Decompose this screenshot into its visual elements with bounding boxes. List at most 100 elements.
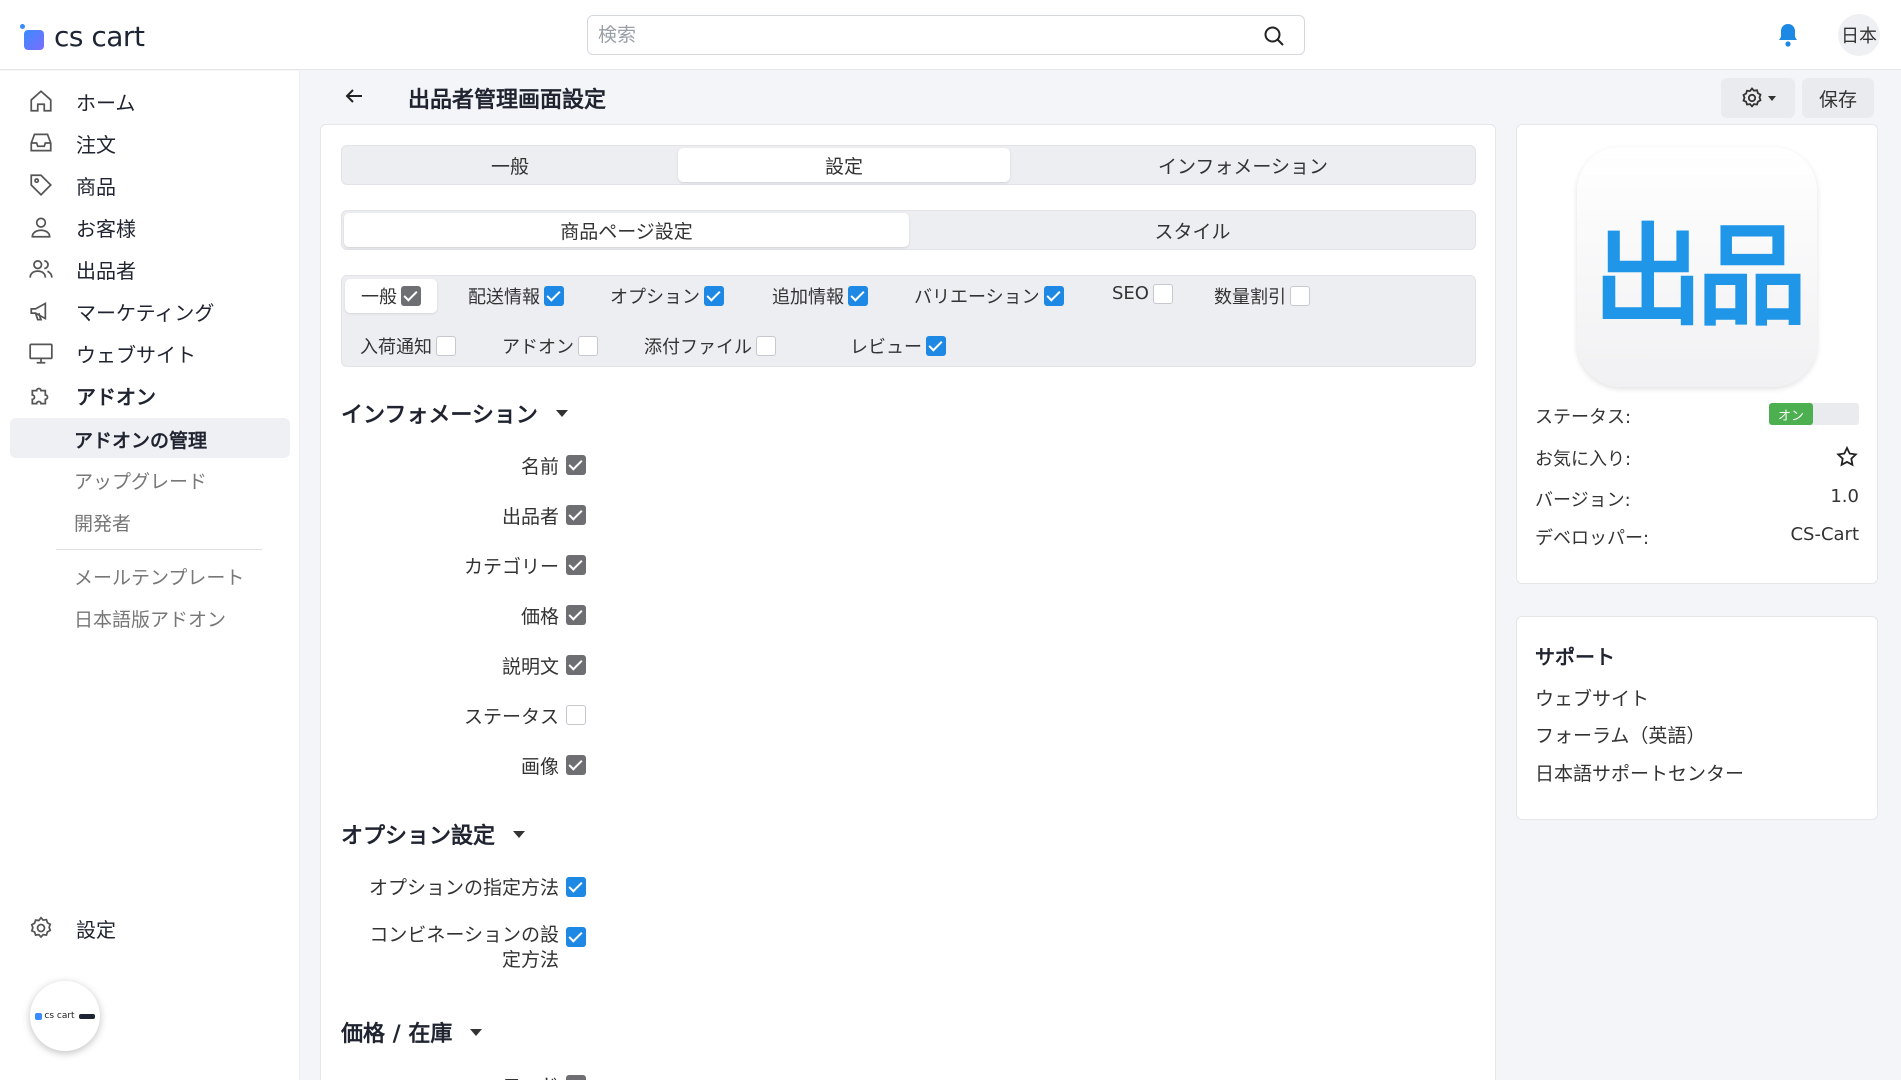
support-link-forum[interactable]: フォーラム（英語） — [1535, 721, 1705, 748]
filter-checkbox[interactable] — [1152, 283, 1173, 304]
filter-chip-label: 入荷通知 — [360, 337, 432, 358]
favorite-label: お気に入り: — [1535, 449, 1632, 470]
tag-icon — [30, 174, 52, 196]
sidebar-item-label: 設定 — [76, 917, 116, 942]
filter-chip-addons[interactable]: アドオン — [502, 333, 598, 359]
field-checkbox-status[interactable] — [566, 705, 586, 725]
support-link-jp-support[interactable]: 日本語サポートセンター — [1535, 759, 1744, 786]
filter-checkbox[interactable] — [1043, 286, 1064, 306]
filter-chip-options[interactable]: オプション — [610, 283, 724, 309]
sidebar-item-customers[interactable]: お客様 — [28, 210, 136, 244]
fab-badge — [78, 1013, 95, 1019]
sidebar-sub-item-upgrade[interactable]: アップグレード — [74, 467, 207, 494]
field-label: 名前 — [520, 456, 559, 478]
top-bar: cs cart 日本 — [0, 0, 1901, 70]
filter-chip-seo[interactable]: SEO — [1112, 283, 1173, 304]
tab-information[interactable]: インフォメーション — [1012, 148, 1474, 182]
filter-checkbox[interactable] — [401, 286, 421, 306]
main-tabs: 一般 設定 インフォメーション — [341, 145, 1476, 185]
section-information-toggle[interactable]: インフォメーション — [341, 397, 568, 429]
star-icon[interactable] — [1835, 445, 1859, 469]
filter-chip-variations[interactable]: バリエーション — [914, 283, 1064, 309]
puzzle-icon — [31, 387, 49, 405]
sidebar-item-orders[interactable]: 注文 — [28, 126, 116, 160]
sidebar-item-website[interactable]: ウェブサイト — [28, 336, 196, 370]
sidebar-sub-item-label: アドオンの管理 — [74, 430, 208, 452]
sidebar-sub-item-mail-templates[interactable]: メールテンプレート — [74, 563, 244, 590]
sidebar-item-vendors[interactable]: 出品者 — [28, 252, 136, 286]
field-checkbox-category[interactable] — [566, 555, 586, 575]
field-label: コード — [502, 1071, 559, 1080]
user-icon — [31, 217, 51, 238]
logo-icon — [20, 23, 46, 50]
cs-cart-logo[interactable]: cs cart — [20, 20, 145, 53]
sidebar-sub-item-jp-addons[interactable]: 日本語版アドオン — [74, 605, 226, 632]
field-checkbox-code[interactable] — [566, 1075, 586, 1080]
settings-card: 一般 設定 インフォメーション 商品ページ設定 スタイル 一般 配送情報 オプシ… — [320, 124, 1496, 1080]
field-checkbox-price[interactable] — [566, 605, 586, 625]
search-icon[interactable] — [1262, 24, 1286, 48]
status-toggle[interactable]: オン — [1769, 403, 1859, 425]
back-arrow-icon[interactable] — [342, 84, 366, 108]
field-label: 価格 — [520, 606, 559, 628]
sidebar-item-addons[interactable]: アドオン — [28, 378, 156, 412]
field-checkbox-name[interactable] — [566, 455, 586, 475]
sidebar-item-label: アドオン — [76, 384, 156, 409]
search-input[interactable] — [588, 16, 1228, 54]
filter-chip-quantity-discounts[interactable]: 数量割引 — [1214, 283, 1310, 309]
field-checkbox-combination-method[interactable] — [566, 927, 586, 947]
support-link-website[interactable]: ウェブサイト — [1535, 684, 1649, 711]
section-options-toggle[interactable]: オプション設定 — [341, 818, 526, 850]
sidebar-item-settings[interactable]: 設定 — [28, 911, 116, 945]
filter-chip-stock-notice[interactable]: 入荷通知 — [360, 333, 456, 359]
filter-chip-general[interactable]: 一般 — [345, 279, 437, 313]
tab-style[interactable]: スタイル — [911, 213, 1474, 247]
filter-checkbox[interactable] — [704, 286, 724, 306]
filter-checkbox[interactable] — [544, 286, 564, 306]
sub-tabs: 商品ページ設定 スタイル — [341, 210, 1476, 250]
save-button[interactable]: 保存 — [1802, 78, 1874, 118]
field-checkbox-vendor[interactable] — [566, 505, 586, 525]
filter-chip-label: 配送情報 — [468, 287, 540, 308]
filter-checkbox[interactable] — [578, 336, 598, 356]
filter-checkbox[interactable] — [926, 336, 946, 356]
field-label-line: コンビネーションの設 — [369, 924, 559, 946]
settings-dropdown-button[interactable] — [1721, 78, 1795, 118]
language-avatar[interactable]: 日本 — [1838, 14, 1880, 56]
tab-product-page-settings[interactable]: 商品ページ設定 — [344, 213, 909, 247]
filter-checkbox[interactable] — [756, 336, 776, 356]
field-checkbox-image[interactable] — [566, 755, 586, 775]
gear-icon — [1742, 87, 1762, 108]
field-label: 出品者 — [501, 506, 559, 528]
users-icon — [29, 260, 53, 278]
notification-bell-icon[interactable] — [1776, 22, 1800, 48]
sidebar-item-home[interactable]: ホーム — [28, 84, 135, 118]
filter-chip-additional-info[interactable]: 追加情報 — [772, 283, 868, 309]
filter-checkbox[interactable] — [848, 286, 868, 306]
sidebar-sub-item-developer[interactable]: 開発者 — [74, 509, 131, 536]
filter-chip-label: 数量割引 — [1214, 287, 1286, 308]
sidebar-sub-item-manage-addons[interactable]: アドオンの管理 — [10, 418, 290, 458]
status-toggle-label: オン — [1769, 403, 1813, 425]
tab-settings[interactable]: 設定 — [678, 148, 1010, 182]
tab-general[interactable]: 一般 — [344, 148, 676, 182]
filter-checkbox[interactable] — [1290, 286, 1310, 306]
filter-chip-label: レビュー — [850, 337, 922, 358]
filter-chip-label: SEO — [1112, 283, 1149, 304]
addon-info-card: 出品 ステータス: オン お気に入り: バージョン: 1.0 デベロッパー: C… — [1516, 124, 1878, 584]
field-checkbox-option-method[interactable] — [566, 877, 586, 897]
version-row: バージョン: 1.0 — [1535, 486, 1859, 512]
filter-chip-shipping[interactable]: 配送情報 — [468, 283, 564, 309]
developer-label: デベロッパー: — [1535, 528, 1650, 549]
filter-chip-attachments[interactable]: 添付ファイル — [644, 333, 776, 359]
status-label: ステータス: — [1535, 407, 1632, 428]
section-price-stock-toggle[interactable]: 価格 / 在庫 — [341, 1016, 483, 1048]
sidebar-item-products[interactable]: 商品 — [28, 168, 116, 202]
filter-chip-label: 追加情報 — [772, 287, 844, 308]
sidebar-item-marketing[interactable]: マーケティング — [28, 294, 214, 328]
sidebar-item-label: 商品 — [76, 174, 116, 199]
filter-chip-reviews[interactable]: レビュー — [850, 333, 946, 359]
cs-cart-floating-button[interactable]: cs cart — [30, 981, 100, 1051]
field-checkbox-description[interactable] — [566, 655, 586, 675]
filter-checkbox[interactable] — [436, 336, 456, 356]
